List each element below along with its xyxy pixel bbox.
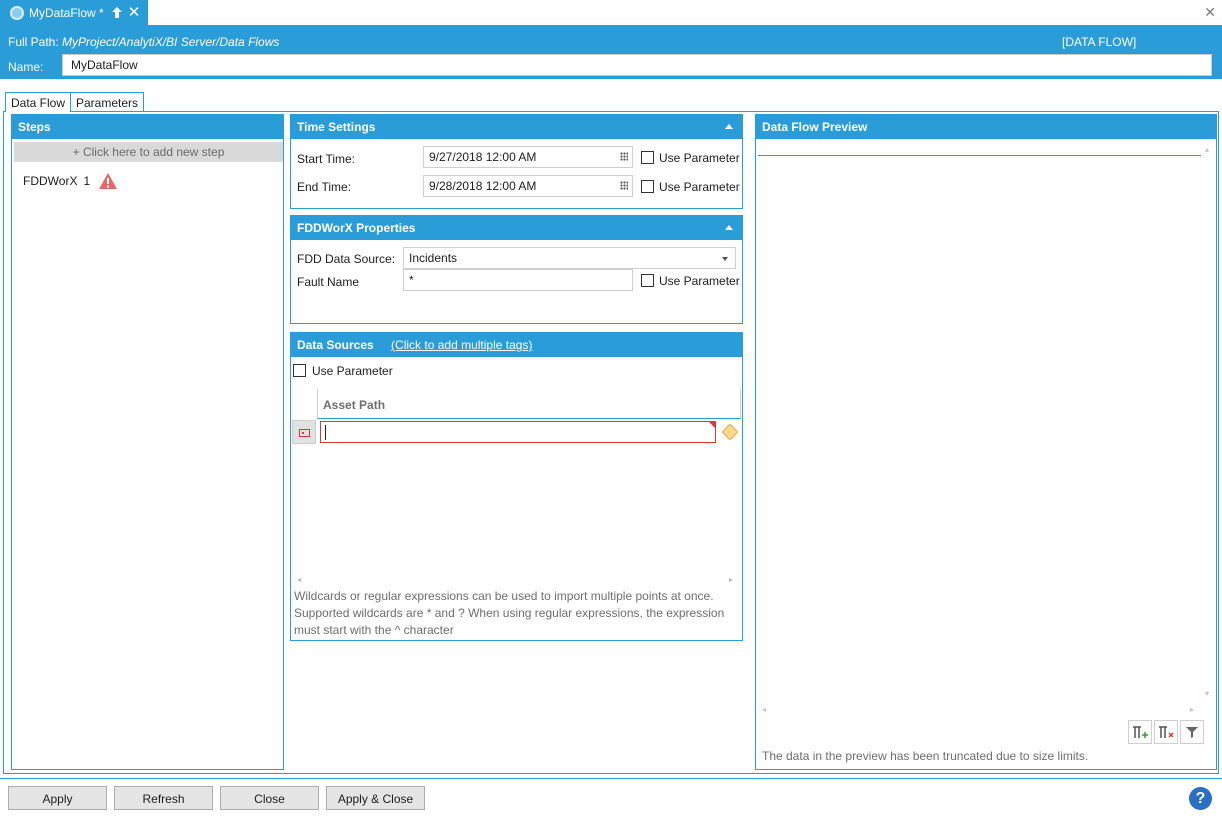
fdd-properties-title: FDDWorX Properties [291,216,742,240]
scroll-left-icon[interactable]: ◂ [762,705,766,714]
error-indicator [709,422,715,428]
fault-use-parameter-label: Use Parameter [659,274,740,288]
fault-name-input[interactable]: * [403,269,633,291]
steps-title: Steps [12,115,283,139]
data-flow-preview-panel: Data Flow Preview ▴ ▾ ◂ ▸ The data in th… [755,114,1217,770]
scroll-up-icon[interactable]: ▴ [1205,145,1209,154]
row-edit-icon [299,429,310,437]
wildcard-hint: Wildcards or regular expressions can be … [294,589,725,637]
fault-name-label: Fault Name [297,275,360,289]
apply-and-close-button[interactable]: Apply & Close [326,786,425,810]
chevron-down-icon [722,257,728,261]
fdd-data-source-value: Incidents [409,251,458,265]
preview-title: Data Flow Preview [756,115,1216,139]
preview-grid-header [758,155,1201,156]
end-time-input[interactable]: 9/28/2018 12:00 AM [423,175,633,197]
dataflow-icon [10,6,24,20]
end-time-value: 9/28/2018 12:00 AM [429,179,537,193]
row-selector[interactable] [292,420,316,444]
remove-filter-icon[interactable] [1154,720,1178,744]
start-use-parameter-label: Use Parameter [659,151,740,165]
end-use-parameter-checkbox[interactable] [641,180,654,193]
refresh-button[interactable]: Refresh [114,786,213,810]
footer-divider [0,778,1222,779]
data-sources-panel: Data Sources (Click to add multiple tags… [290,332,743,641]
end-use-parameter-label: Use Parameter [659,180,740,194]
time-settings-panel: Time Settings Start Time: 9/27/2018 12:0… [290,114,743,209]
fdd-data-source-label: FDD Data Source: [297,252,396,266]
preview-toolbar [1128,720,1204,744]
start-time-value: 9/27/2018 12:00 AM [429,150,537,164]
data-sources-header: Data Sources (Click to add multiple tags… [291,333,742,357]
name-label: Name: [8,60,44,74]
close-tab-icon[interactable]: ✕ [128,5,141,20]
time-settings-title: Time Settings [291,115,742,139]
add-multiple-tags-link[interactable]: (Click to add multiple tags) [391,338,532,352]
object-type-label: [DATA FLOW] [1062,35,1137,49]
step-name: FDDWorX [23,174,78,188]
scroll-right-icon[interactable]: ▸ [1190,705,1194,714]
fddworx-properties-panel: FDDWorX Properties FDD Data Source: Inci… [290,215,743,324]
add-filter-icon[interactable] [1128,720,1152,744]
step-number: 1 [83,174,91,188]
text-caret [325,425,326,440]
help-icon[interactable]: ? [1189,787,1212,810]
scroll-down-icon[interactable]: ▾ [1205,689,1209,698]
tab-parameters[interactable]: Parameters [70,92,145,111]
fdd-data-source-select[interactable]: Incidents [403,247,736,269]
start-use-parameter-checkbox[interactable] [641,151,654,164]
close-window-icon[interactable]: ✕ [1204,4,1216,21]
tab-data-flow[interactable]: Data Flow [5,92,72,112]
ds-use-parameter-label: Use Parameter [312,364,393,378]
scroll-right-icon[interactable]: ▸ [729,575,733,584]
asset-path-column-header[interactable]: Asset Path [317,389,741,419]
fdd-properties-title-text: FDDWorX Properties [297,221,416,235]
truncation-notice: The data in the preview has been truncat… [762,749,1089,763]
filter-icon[interactable] [1180,720,1204,744]
scroll-left-icon[interactable]: ◂ [297,575,301,584]
start-time-label: Start Time: [297,152,356,166]
document-tab[interactable]: MyDataFlow * ✕ [0,0,148,26]
steps-panel: Steps + Click here to add new step FDDWo… [11,114,284,770]
step-item[interactable]: FDDWorX 1 [23,172,118,190]
data-sources-title: Data Sources [297,338,374,352]
asset-path-input[interactable] [320,421,716,443]
add-step-button[interactable]: + Click here to add new step [14,142,283,162]
header-bar: Full Path: MyProject/AnalytiX/BI Server/… [0,25,1222,79]
full-path-value: MyProject/AnalytiX/BI Server/Data Flows [62,35,280,49]
warning-icon [98,172,118,190]
end-time-label: End Time: [297,180,352,194]
calendar-icon[interactable] [620,181,628,190]
full-path-label: Full Path: [8,35,59,49]
apply-button[interactable]: Apply [8,786,107,810]
collapse-icon[interactable] [725,225,733,230]
ds-use-parameter-checkbox[interactable] [293,364,306,377]
pin-icon[interactable] [110,6,124,20]
document-tab-title: MyDataFlow * [29,6,104,20]
tag-browse-icon[interactable] [721,423,739,441]
time-settings-title-text: Time Settings [297,120,376,134]
collapse-icon[interactable] [725,124,733,129]
start-time-input[interactable]: 9/27/2018 12:00 AM [423,146,633,168]
close-button[interactable]: Close [220,786,319,810]
fault-use-parameter-checkbox[interactable] [641,274,654,287]
calendar-icon[interactable] [620,152,628,161]
name-input[interactable]: MyDataFlow [62,54,1212,76]
